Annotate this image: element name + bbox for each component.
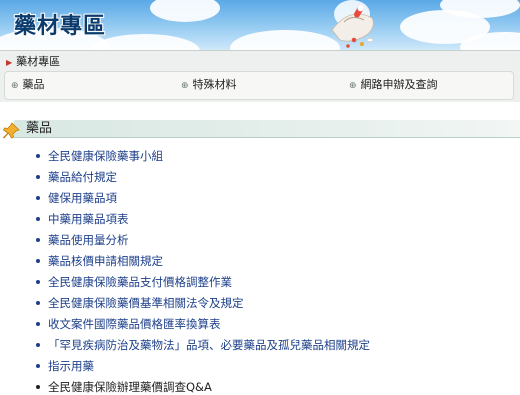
list-item: 藥品核價申請相關規定 [34, 253, 514, 274]
banner-title: 藥材專區 [14, 13, 107, 39]
sub-navigation: ▶ 藥材專區 ⊕ 藥品 ⊕ 特殊材料 ⊕ 網路申辦及查詢 [0, 50, 520, 102]
nav-item-medicines[interactable]: ⊕ 藥品 [11, 78, 45, 92]
nav-item-online-application[interactable]: ⊕ 網路申辦及查詢 [349, 78, 438, 92]
list-item-link[interactable]: 全民健康保險辦理藥價調查Q&A [48, 380, 212, 394]
list-item: 藥品使用量分析 [34, 232, 514, 253]
section-header: 藥品 [0, 120, 520, 142]
list-item: 指示用藥 [34, 358, 514, 379]
list-item-link[interactable]: 收文案件國際藥品價格匯率換算表 [48, 317, 221, 331]
breadcrumb-arrow-icon: ▶ [6, 58, 13, 67]
nav-item-label: 藥品 [22, 78, 45, 91]
bullet-icon [36, 196, 40, 200]
bullet-icon [36, 259, 40, 263]
section-title: 藥品 [26, 121, 53, 136]
list-item: 收文案件國際藥品價格匯率換算表 [34, 316, 514, 337]
category-nav: ⊕ 藥品 ⊕ 特殊材料 ⊕ 網路申辦及查詢 [4, 71, 514, 100]
list-item-link[interactable]: 「罕見疾病防治及藥物法」品項、必要藥品及孤兒藥品相關規定 [48, 338, 370, 352]
bullet-icon [36, 322, 40, 326]
list-item: 全民健康保險藥事小組 [34, 148, 514, 169]
nav-item-label: 特殊材料 [192, 78, 237, 91]
list-item-link[interactable]: 藥品給付規定 [48, 170, 117, 184]
list-item: 健保用藥品項 [34, 190, 514, 211]
bullet-icon [36, 238, 40, 242]
list-item: 全民健康保險藥價基準相關法令及規定 [34, 295, 514, 316]
bullet-icon: ⊕ [181, 81, 189, 91]
breadcrumb-label[interactable]: 藥材專區 [16, 55, 60, 68]
breadcrumb: ▶ 藥材專區 [6, 54, 60, 70]
site-banner: 藥材專區 [0, 0, 520, 50]
cloud-decoration [150, 0, 220, 22]
bullet-icon [36, 175, 40, 179]
medicine-link-list: 全民健康保險藥事小組 藥品給付規定 健保用藥品項 中藥用藥品項表 藥品使用量分析… [34, 148, 514, 395]
list-item-link[interactable]: 藥品核價申請相關規定 [48, 254, 163, 268]
bullet-icon [36, 385, 40, 389]
pushpin-icon [2, 122, 20, 140]
bullet-icon [36, 364, 40, 368]
list-item-link[interactable]: 健保用藥品項 [48, 191, 117, 205]
list-item-link[interactable]: 指示用藥 [48, 359, 94, 373]
list-item-link[interactable]: 全民健康保險藥事小組 [48, 149, 163, 163]
list-item: 全民健康保險辦理藥價調查Q&A [34, 379, 514, 395]
list-item: 全民健康保險藥品支付價格調整作業 [34, 274, 514, 295]
list-item-link[interactable]: 全民健康保險藥品支付價格調整作業 [48, 275, 232, 289]
bullet-icon [36, 154, 40, 158]
section-header-bar [14, 120, 520, 138]
bullet-icon [36, 343, 40, 347]
list-item: 藥品給付規定 [34, 169, 514, 190]
list-item-link[interactable]: 中藥用藥品項表 [48, 212, 129, 226]
list-item-link[interactable]: 藥品使用量分析 [48, 233, 129, 247]
bullet-icon [36, 280, 40, 284]
bullet-icon: ⊕ [349, 81, 357, 91]
nav-item-label: 網路申辦及查詢 [360, 78, 438, 91]
list-item: 中藥用藥品項表 [34, 211, 514, 232]
list-item: 「罕見疾病防治及藥物法」品項、必要藥品及孤兒藥品相關規定 [34, 337, 514, 358]
bullet-icon [36, 217, 40, 221]
cloud-decoration [90, 34, 200, 50]
bullet-icon [36, 301, 40, 305]
list-item-link[interactable]: 全民健康保險藥價基準相關法令及規定 [48, 296, 244, 310]
medicine-illustration [310, 0, 400, 50]
bullet-icon: ⊕ [11, 81, 19, 91]
nav-item-special-materials[interactable]: ⊕ 特殊材料 [181, 78, 237, 92]
